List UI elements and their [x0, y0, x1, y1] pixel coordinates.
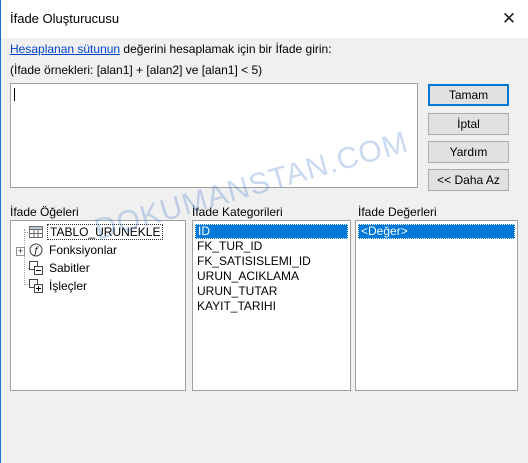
- cancel-button[interactable]: İptal: [428, 113, 509, 135]
- window-title: İfade Oluşturucusu: [10, 11, 120, 26]
- title-bar: İfade Oluşturucusu ✕: [1, 0, 528, 38]
- tree-item-label: TABLO_URUNEKLE: [47, 224, 164, 240]
- elements-tree[interactable]: TABLO_URUNEKLE + f Fonksiyonlar Sabitler…: [10, 220, 186, 391]
- list-item[interactable]: URUN_TUTAR: [195, 284, 348, 299]
- operators-icon: [29, 279, 43, 293]
- list-item[interactable]: FK_TUR_ID: [195, 239, 348, 254]
- tree-item-label: İşleçler: [49, 279, 88, 293]
- ok-button[interactable]: Tamam: [428, 84, 509, 106]
- examples-text: (İfade örnekleri: [alan1] + [alan2] ve […: [10, 63, 263, 77]
- values-list[interactable]: <Değer>: [355, 220, 518, 391]
- tree-item-label: Sabitler: [49, 261, 90, 275]
- tree-item-label: Fonksiyonlar: [49, 243, 118, 257]
- table-icon: [29, 225, 43, 239]
- expand-icon[interactable]: +: [16, 247, 25, 256]
- tree-line: [24, 229, 25, 285]
- function-icon: f: [29, 243, 43, 257]
- less-button[interactable]: << Daha Az: [428, 169, 509, 191]
- list-item[interactable]: FK_SATISISLEMI_ID: [195, 254, 348, 269]
- list-item[interactable]: <Değer>: [358, 224, 515, 239]
- expression-builder-dialog: İfade Oluşturucusu ✕ Hesaplanan sütunun …: [0, 0, 528, 463]
- expression-input[interactable]: [10, 83, 418, 188]
- list-item[interactable]: URUN_ACIKLAMA: [195, 269, 348, 284]
- close-icon[interactable]: ✕: [497, 8, 521, 30]
- calculated-column-link[interactable]: Hesaplanan sütunun: [10, 42, 120, 56]
- instruction-rest: değerini hesaplamak için bir İfade girin…: [120, 42, 332, 56]
- list-item[interactable]: KAYIT_TARIHI: [195, 299, 348, 314]
- categories-list[interactable]: ID FK_TUR_ID FK_SATISISLEMI_ID URUN_ACIK…: [192, 220, 351, 391]
- elements-label: İfade Öğeleri: [10, 205, 79, 219]
- text-caret: [14, 88, 15, 101]
- values-label: İfade Değerleri: [358, 205, 437, 219]
- instruction-text: Hesaplanan sütunun değerini hesaplamak i…: [10, 42, 332, 56]
- list-item[interactable]: ID: [195, 224, 348, 239]
- categories-label: İfade Kategorileri: [192, 205, 283, 219]
- help-button[interactable]: Yardım: [428, 141, 509, 163]
- constants-icon: [29, 261, 43, 275]
